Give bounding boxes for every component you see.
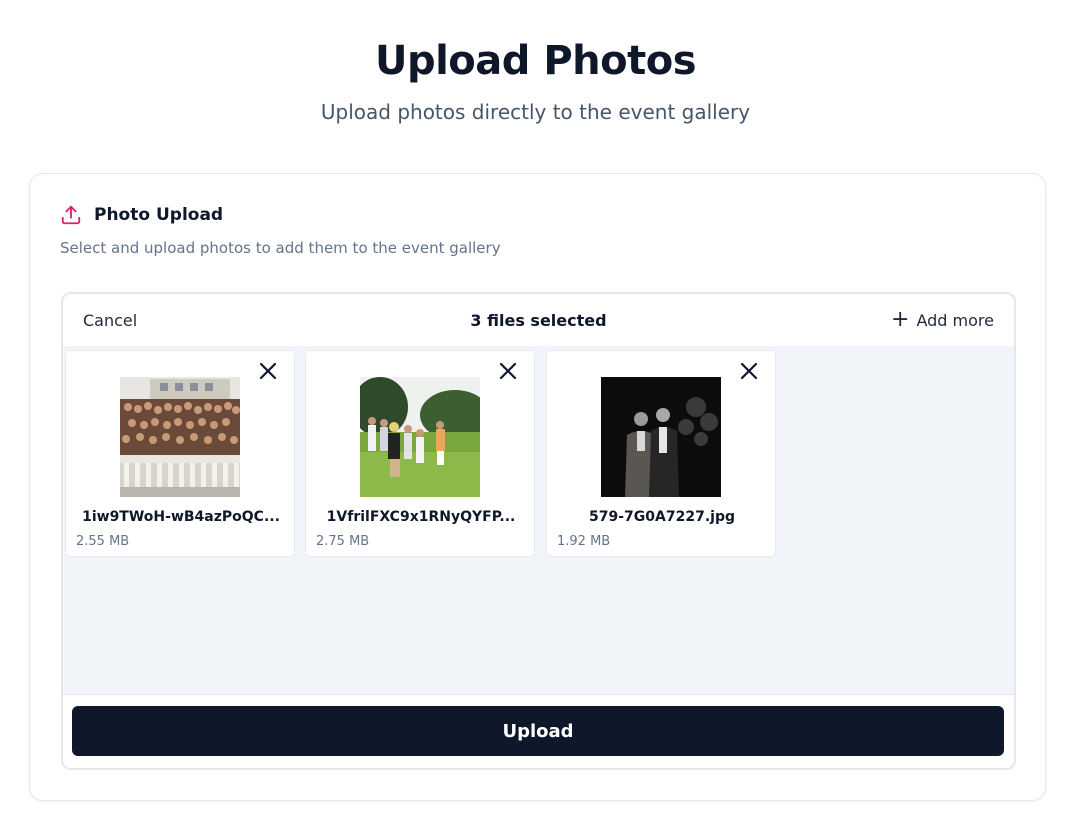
file-item: 1VfrilFXC9x1RNyQYFP... 2.75 MB (305, 350, 535, 557)
file-name: 579-7G0A7227.jpg (589, 509, 735, 525)
file-thumbnail (360, 377, 480, 497)
files-selected-count: 3 files selected (470, 310, 607, 330)
upload-dashboard: Cancel 3 files selected + Add more 1iw9T… (61, 292, 1016, 770)
upload-button[interactable]: Upload (72, 706, 1004, 756)
card-title: Photo Upload (94, 205, 224, 225)
file-size: 2.75 MB (316, 534, 370, 549)
file-thumbnail (601, 377, 721, 497)
page-subtitle: Upload photos directly to the event gall… (320, 100, 751, 124)
dashboard-topbar: Cancel 3 files selected + Add more (63, 294, 1014, 346)
file-name: 1VfrilFXC9x1RNyQYFP... (326, 509, 516, 525)
plus-icon: + (891, 307, 910, 332)
file-thumbnail (120, 377, 240, 497)
add-more-label: Add more (916, 310, 994, 330)
file-size: 2.55 MB (76, 534, 130, 549)
files-list: 1iw9TWoH-wB4azPoQC... 2.55 MB 1VfrilFXC9… (63, 346, 1014, 698)
add-more-button[interactable]: + Add more (891, 309, 994, 331)
page-title: Upload Photos (374, 38, 697, 84)
file-name: 1iw9TWoH-wB4azPoQC... (82, 509, 280, 525)
cancel-button[interactable]: Cancel (83, 311, 137, 330)
file-item: 579-7G0A7227.jpg 1.92 MB (546, 350, 776, 557)
remove-file-button[interactable] (737, 359, 761, 383)
card-description: Select and upload photos to add them to … (60, 239, 501, 257)
card-header: Photo Upload (60, 204, 223, 226)
remove-file-button[interactable] (496, 359, 520, 383)
remove-file-button[interactable] (256, 359, 280, 383)
file-item: 1iw9TWoH-wB4azPoQC... 2.55 MB (65, 350, 295, 557)
photo-upload-card: Photo Upload Select and upload photos to… (29, 173, 1046, 801)
upload-icon (60, 204, 82, 226)
file-size: 1.92 MB (557, 534, 611, 549)
dashboard-footer: Upload (63, 694, 1014, 768)
